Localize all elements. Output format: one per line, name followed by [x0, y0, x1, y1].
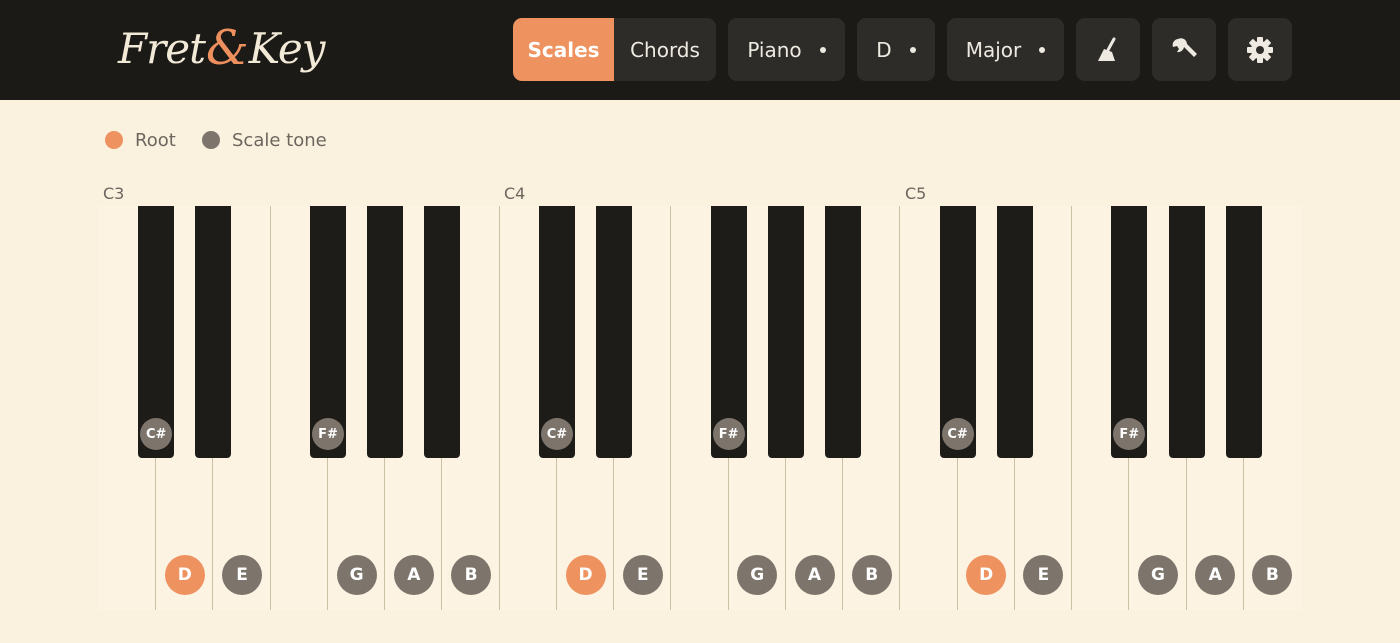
mode-switch: Scales Chords: [513, 18, 716, 81]
scale-note-marker: E: [622, 555, 663, 595]
logo-ampersand: &: [205, 20, 249, 76]
black-key-g-sharp[interactable]: [767, 206, 804, 458]
gear-icon: [1247, 36, 1273, 63]
black-key-a-sharp[interactable]: [424, 206, 461, 458]
wrench-icon: [1172, 37, 1197, 57]
app-logo[interactable]: Fret & Key: [118, 18, 326, 78]
scale-select-value: Major: [965, 37, 1022, 62]
clear-button[interactable]: [1076, 18, 1140, 81]
scale-note-marker: G: [1137, 555, 1178, 595]
black-key-g-sharp[interactable]: [367, 206, 404, 458]
instrument-select[interactable]: Piano: [728, 18, 845, 81]
scale-note-marker: G: [737, 555, 778, 595]
settings-button[interactable]: [1228, 18, 1292, 81]
black-key-d-sharp[interactable]: [596, 206, 633, 458]
legend-scale-tone: Scale tone: [202, 128, 327, 152]
black-key-d-sharp[interactable]: [195, 206, 232, 458]
scale-note-marker: C#: [941, 418, 974, 450]
instrument-select-value: Piano: [747, 37, 802, 62]
key-select[interactable]: D: [857, 18, 935, 81]
scale-note-marker: E: [222, 555, 263, 595]
scale-note-marker: B: [851, 555, 892, 595]
scale-note-marker: A: [794, 555, 835, 595]
root-note-marker: D: [164, 555, 205, 595]
root-note-marker: D: [565, 555, 606, 595]
legend-tone-label: Scale tone: [232, 129, 327, 151]
dropdown-dot-icon: [819, 46, 826, 53]
scale-note-marker: B: [451, 555, 492, 595]
dropdown-dot-icon: [909, 46, 916, 53]
top-bar: Fret & Key Scales Chords Piano D Major: [0, 0, 1400, 100]
broom-icon: [1098, 37, 1116, 61]
black-key-g-sharp[interactable]: [1168, 206, 1205, 458]
legend-root: Root: [105, 128, 176, 152]
scale-note-marker: C#: [540, 418, 573, 450]
logo-word-key: Key: [248, 23, 326, 73]
scale-note-marker: A: [393, 555, 434, 595]
tools-button[interactable]: [1152, 18, 1216, 81]
piano-keyboard: D E G A B D E G A B D E G A B C# F# C# F# C# F#: [99, 206, 1301, 610]
scale-tone-swatch: [202, 131, 220, 149]
legend-root-label: Root: [135, 129, 176, 151]
black-key-d-sharp[interactable]: [996, 206, 1033, 458]
key-select-value: D: [876, 37, 892, 62]
scale-select[interactable]: Major: [947, 18, 1064, 81]
dropdown-dot-icon: [1039, 46, 1046, 53]
octave-label: C5: [905, 184, 927, 203]
scale-note-marker: G: [336, 555, 377, 595]
black-key-a-sharp[interactable]: [1225, 206, 1262, 458]
root-note-marker: D: [966, 555, 1007, 595]
octave-label: C3: [103, 184, 125, 203]
scale-note-marker: A: [1195, 555, 1236, 595]
tab-scales[interactable]: Scales: [513, 18, 614, 81]
logo-word-fret: Fret: [118, 23, 206, 73]
scale-note-marker: C#: [140, 418, 173, 450]
octave-label: C4: [504, 184, 526, 203]
black-key-a-sharp[interactable]: [825, 206, 862, 458]
tab-chords[interactable]: Chords: [614, 18, 716, 81]
root-swatch: [105, 131, 123, 149]
scale-note-marker: F#: [311, 418, 344, 450]
scale-note-marker: F#: [712, 418, 745, 450]
